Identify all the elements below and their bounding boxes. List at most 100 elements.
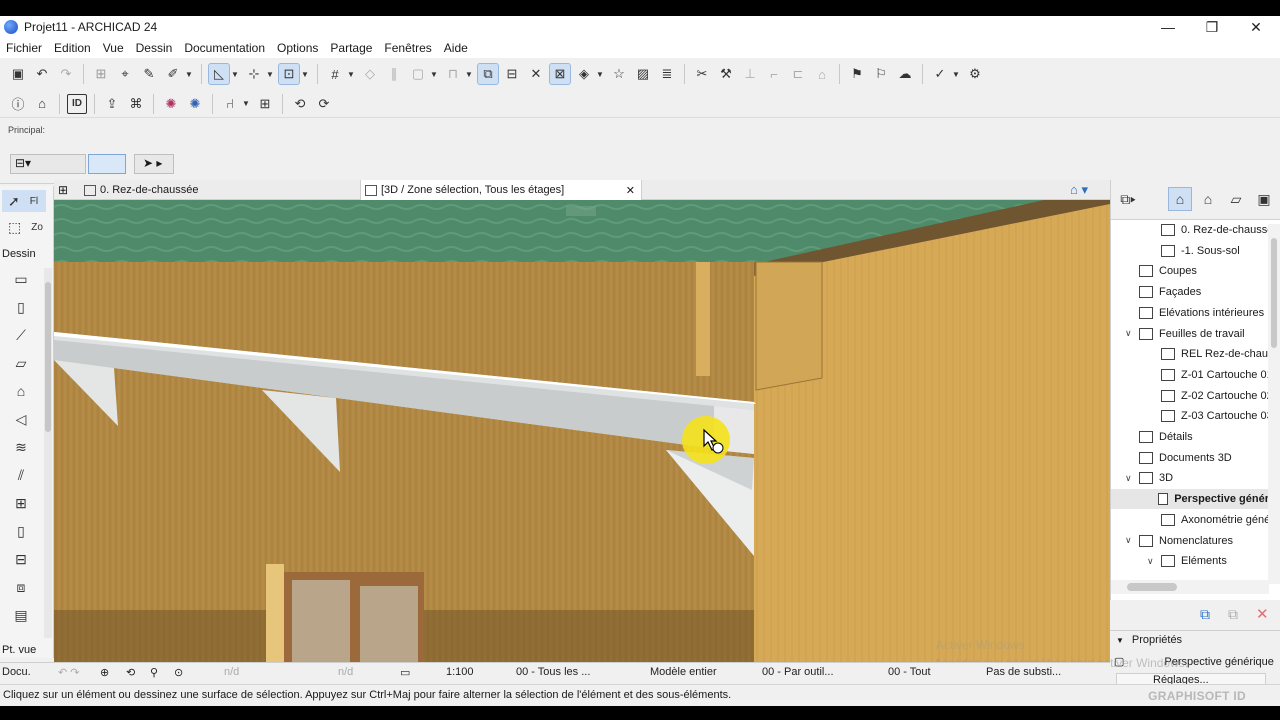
- furniture-icon[interactable]: ⊞: [255, 94, 275, 114]
- navigator-item[interactable]: Coupes: [1125, 261, 1197, 281]
- cross-icon[interactable]: ✕: [526, 64, 546, 84]
- flag-icon[interactable]: ⚑: [847, 64, 867, 84]
- slab-tool[interactable]: ▱: [8, 352, 34, 374]
- menu-edition[interactable]: Edition: [54, 41, 91, 55]
- grid-snap-icon[interactable]: #: [325, 64, 345, 84]
- beam-tool[interactable]: ⟋: [8, 324, 34, 346]
- layer-icon[interactable]: ◇: [360, 64, 380, 84]
- toolbox-section-ptvue[interactable]: Pt. vue: [2, 644, 36, 656]
- navigator-options-icon[interactable]: ⧉▸: [1117, 188, 1139, 210]
- renovation-icon[interactable]: ✺: [185, 94, 205, 114]
- stair-tool[interactable]: ≋: [8, 436, 34, 458]
- undo-zoom-icon[interactable]: ↶ ↷: [58, 666, 80, 679]
- hammer-icon[interactable]: ⚒: [716, 64, 736, 84]
- toolbox-scrollbar[interactable]: [44, 268, 52, 638]
- extend-icon[interactable]: ⊥: [740, 64, 760, 84]
- 3d-viewport[interactable]: [54, 200, 1110, 664]
- chevron-down-icon[interactable]: ▼: [952, 70, 960, 79]
- tag-icon[interactable]: ⌘: [126, 94, 146, 114]
- snap-guides-icon[interactable]: ⊹: [244, 64, 264, 84]
- renovation-filter-selector[interactable]: Pas de substi...: [986, 666, 1061, 678]
- minimize-button[interactable]: —: [1146, 16, 1190, 38]
- scale-selector[interactable]: 1:100: [446, 666, 474, 678]
- layer-combination-selector[interactable]: 00 - Tous les ...: [516, 666, 590, 678]
- angle-readout[interactable]: n/d: [224, 666, 239, 678]
- project-map-icon[interactable]: ⌂: [1168, 187, 1192, 211]
- info-icon[interactable]: ⓘ: [8, 94, 28, 114]
- id-icon[interactable]: ID: [67, 93, 87, 114]
- chevron-down-icon[interactable]: ∨: [1125, 328, 1135, 339]
- image-icon[interactable]: ▨: [633, 64, 653, 84]
- navigator-horizontal-scrollbar[interactable]: [1111, 580, 1269, 594]
- zoom-fit-icon[interactable]: ⊙: [174, 666, 183, 679]
- 3d-model-render[interactable]: [54, 200, 1110, 664]
- renovation-filter-icon[interactable]: ✓: [930, 64, 950, 84]
- properties-header[interactable]: ▼ Propriétés: [1116, 631, 1182, 649]
- menu-aide[interactable]: Aide: [444, 41, 468, 55]
- layout-book-icon[interactable]: ▱: [1225, 188, 1247, 210]
- chevron-down-icon[interactable]: ▼: [430, 70, 438, 79]
- door-tool[interactable]: ▯: [8, 520, 34, 542]
- magic-wand-icon[interactable]: ⌖: [115, 64, 135, 84]
- snap-points-icon[interactable]: ⊡: [278, 63, 300, 85]
- navigator-item[interactable]: REL Rez-de-chaussée: [1147, 344, 1269, 364]
- pen-icon[interactable]: ∥: [384, 64, 404, 84]
- chevron-down-icon[interactable]: ▼: [266, 70, 274, 79]
- roof-tool[interactable]: ⌂: [8, 380, 34, 402]
- clone-icon[interactable]: ⧉: [1228, 606, 1238, 623]
- chevron-down-icon[interactable]: ▼: [596, 70, 604, 79]
- new-view-icon[interactable]: ⧉: [1200, 606, 1210, 623]
- menu-fenetres[interactable]: Fenêtres: [384, 41, 431, 55]
- pet-palette-icon[interactable]: ⊞: [91, 64, 111, 84]
- curtain-wall-tool[interactable]: ⊞: [8, 492, 34, 514]
- chevron-down-icon[interactable]: ▼: [301, 70, 309, 79]
- delete-icon[interactable]: ✕: [1256, 605, 1269, 623]
- chevron-down-icon[interactable]: ▼: [242, 99, 250, 108]
- stack-icon[interactable]: ≣: [657, 64, 677, 84]
- tab-overview[interactable]: ⊞: [54, 180, 78, 200]
- element-type-selector[interactable]: ⊟▾: [10, 154, 86, 174]
- navigator-item[interactable]: Z-02 Cartouche 02 (: [1147, 386, 1269, 406]
- eyedropper-icon[interactable]: ✎: [139, 64, 159, 84]
- sync-settings-icon[interactable]: ⟳: [314, 94, 334, 114]
- navigator-item[interactable]: Z-01 Cartouche 01 (: [1147, 365, 1269, 385]
- teamwork-icon[interactable]: ⚙: [965, 64, 985, 84]
- orbit-icon[interactable]: ⟲: [126, 666, 135, 679]
- cloud-icon[interactable]: ☁: [895, 64, 915, 84]
- tab-floorplan[interactable]: 0. Rez-de-chaussée: [80, 180, 360, 200]
- menu-dessin[interactable]: Dessin: [136, 41, 173, 55]
- selection-field[interactable]: [88, 154, 126, 174]
- chevron-down-icon[interactable]: ▼: [185, 70, 193, 79]
- syringe-icon[interactable]: ✐: [163, 64, 183, 84]
- navigator-item[interactable]: ∨ 3D: [1125, 468, 1173, 488]
- sync-icon[interactable]: ⟲: [290, 94, 310, 114]
- navigator-item[interactable]: 0. Rez-de-chaussée: [1147, 220, 1269, 240]
- navigator-item[interactable]: Elévations intérieures: [1125, 303, 1264, 323]
- star-icon[interactable]: ☆: [609, 64, 629, 84]
- pointer-selector[interactable]: ➤ ▸: [134, 154, 174, 174]
- scrollbar-thumb[interactable]: [45, 282, 51, 432]
- house-view-icon[interactable]: ⌂: [32, 94, 52, 114]
- menu-options[interactable]: Options: [277, 41, 318, 55]
- group-icon[interactable]: ▢: [408, 64, 428, 84]
- save-icon[interactable]: ▣: [8, 64, 28, 84]
- scrollbar-thumb[interactable]: [1271, 238, 1277, 348]
- shell-tool[interactable]: ◁: [8, 408, 34, 430]
- chevron-down-icon[interactable]: ∨: [1125, 535, 1135, 546]
- zone-tool[interactable]: ▤: [8, 604, 34, 626]
- issue-icon[interactable]: ⚐: [871, 64, 891, 84]
- navigator-item[interactable]: Axonométrie génér: [1147, 510, 1269, 530]
- navigator-item[interactable]: Perspective génér: [1111, 489, 1269, 510]
- navigator-item[interactable]: ∨ Feuilles de travail: [1125, 324, 1245, 344]
- guide-lines-icon[interactable]: ◺: [208, 63, 230, 85]
- scrollbar-thumb[interactable]: [1127, 583, 1177, 591]
- chevron-down-icon[interactable]: ∨: [1125, 473, 1135, 484]
- close-tab-icon[interactable]: ✕: [626, 184, 635, 197]
- menu-fichier[interactable]: Fichier: [6, 41, 42, 55]
- menu-vue[interactable]: Vue: [103, 41, 124, 55]
- toolbox-section-dessin[interactable]: Dessin: [2, 248, 36, 260]
- close-window-button[interactable]: ✕: [1234, 16, 1278, 38]
- column-tool[interactable]: ▯: [8, 296, 34, 318]
- measure-icon[interactable]: ⊟: [502, 64, 522, 84]
- lock-icon[interactable]: ⊓: [443, 64, 463, 84]
